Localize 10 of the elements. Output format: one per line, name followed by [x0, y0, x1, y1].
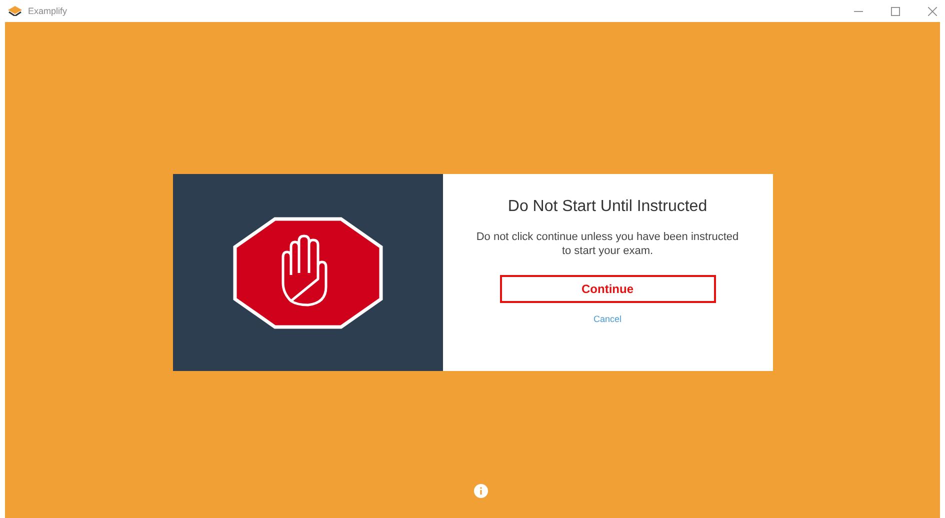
maximize-icon[interactable] — [891, 6, 900, 16]
window-title: Examplify — [28, 6, 68, 16]
info-icon[interactable] — [474, 484, 488, 498]
continue-button[interactable]: Continue — [500, 275, 716, 303]
app-logo-icon — [8, 6, 22, 16]
cancel-link[interactable]: Cancel — [593, 314, 622, 324]
close-icon[interactable] — [928, 6, 937, 16]
dialog-message: Do not click continue unless you have been instructed to start your exam. — [475, 230, 740, 258]
stop-hand-icon — [232, 216, 382, 328]
dialog-title: Do Not Start Until Instructed — [508, 198, 708, 216]
